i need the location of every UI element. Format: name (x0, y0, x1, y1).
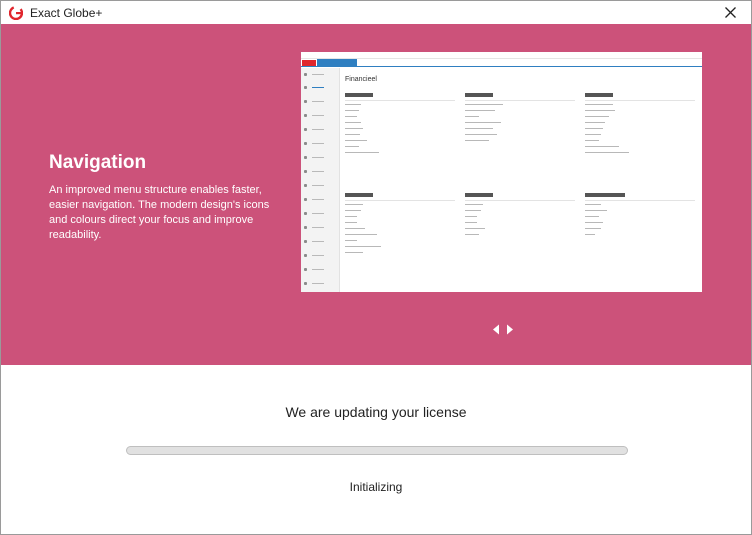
preview-column (465, 193, 578, 240)
chevron-left-icon (493, 324, 499, 335)
preview-sidebar-item (304, 184, 337, 187)
close-button[interactable] (717, 1, 745, 24)
exact-logo-icon (9, 6, 23, 20)
preview-column (585, 93, 698, 158)
preview-sidebar-item (304, 86, 337, 89)
preview-sidebar-item (304, 240, 337, 243)
close-icon (725, 7, 736, 18)
preview-sidebar-item (304, 114, 337, 117)
preview-sidebar-item (304, 268, 337, 271)
preview-sidebar-item (304, 128, 337, 131)
previous-slide-button[interactable] (492, 322, 500, 335)
preview-active-tab (317, 59, 357, 67)
preview-sidebar (301, 68, 340, 292)
app-window: Exact Globe+ Navigation An improved menu… (0, 0, 752, 535)
preview-column (585, 193, 698, 240)
preview-sidebar-item (304, 198, 337, 201)
preview-heading: Financieel (345, 76, 377, 83)
preview-brand-logo (302, 60, 316, 66)
chevron-right-icon (507, 324, 513, 335)
preview-sidebar-item (304, 142, 337, 145)
preview-sidebar-item (304, 73, 337, 76)
feature-description: An improved menu structure enables faste… (49, 184, 270, 241)
update-status-message: Initializing (349, 480, 403, 494)
preview-tabbar (301, 59, 702, 67)
preview-sidebar-item (304, 156, 337, 159)
title-bar: Exact Globe+ (1, 1, 751, 24)
window-title: Exact Globe+ (30, 6, 103, 20)
preview-column (465, 93, 578, 146)
preview-sidebar-item (304, 254, 337, 257)
feature-title: Navigation (49, 152, 147, 173)
preview-sidebar-item (304, 212, 337, 215)
preview-sidebar-item (304, 170, 337, 173)
preview-sidebar-item (304, 282, 337, 285)
license-progress-bar (126, 446, 628, 455)
preview-titlebar (301, 52, 702, 59)
preview-sidebar-item (304, 226, 337, 229)
preview-sidebar-item (304, 100, 337, 103)
update-status-title: We are updating your license (285, 404, 467, 420)
preview-column (345, 93, 458, 158)
next-slide-button[interactable] (506, 322, 514, 335)
preview-column (345, 193, 458, 258)
feature-preview-image: Financieel (301, 52, 702, 292)
